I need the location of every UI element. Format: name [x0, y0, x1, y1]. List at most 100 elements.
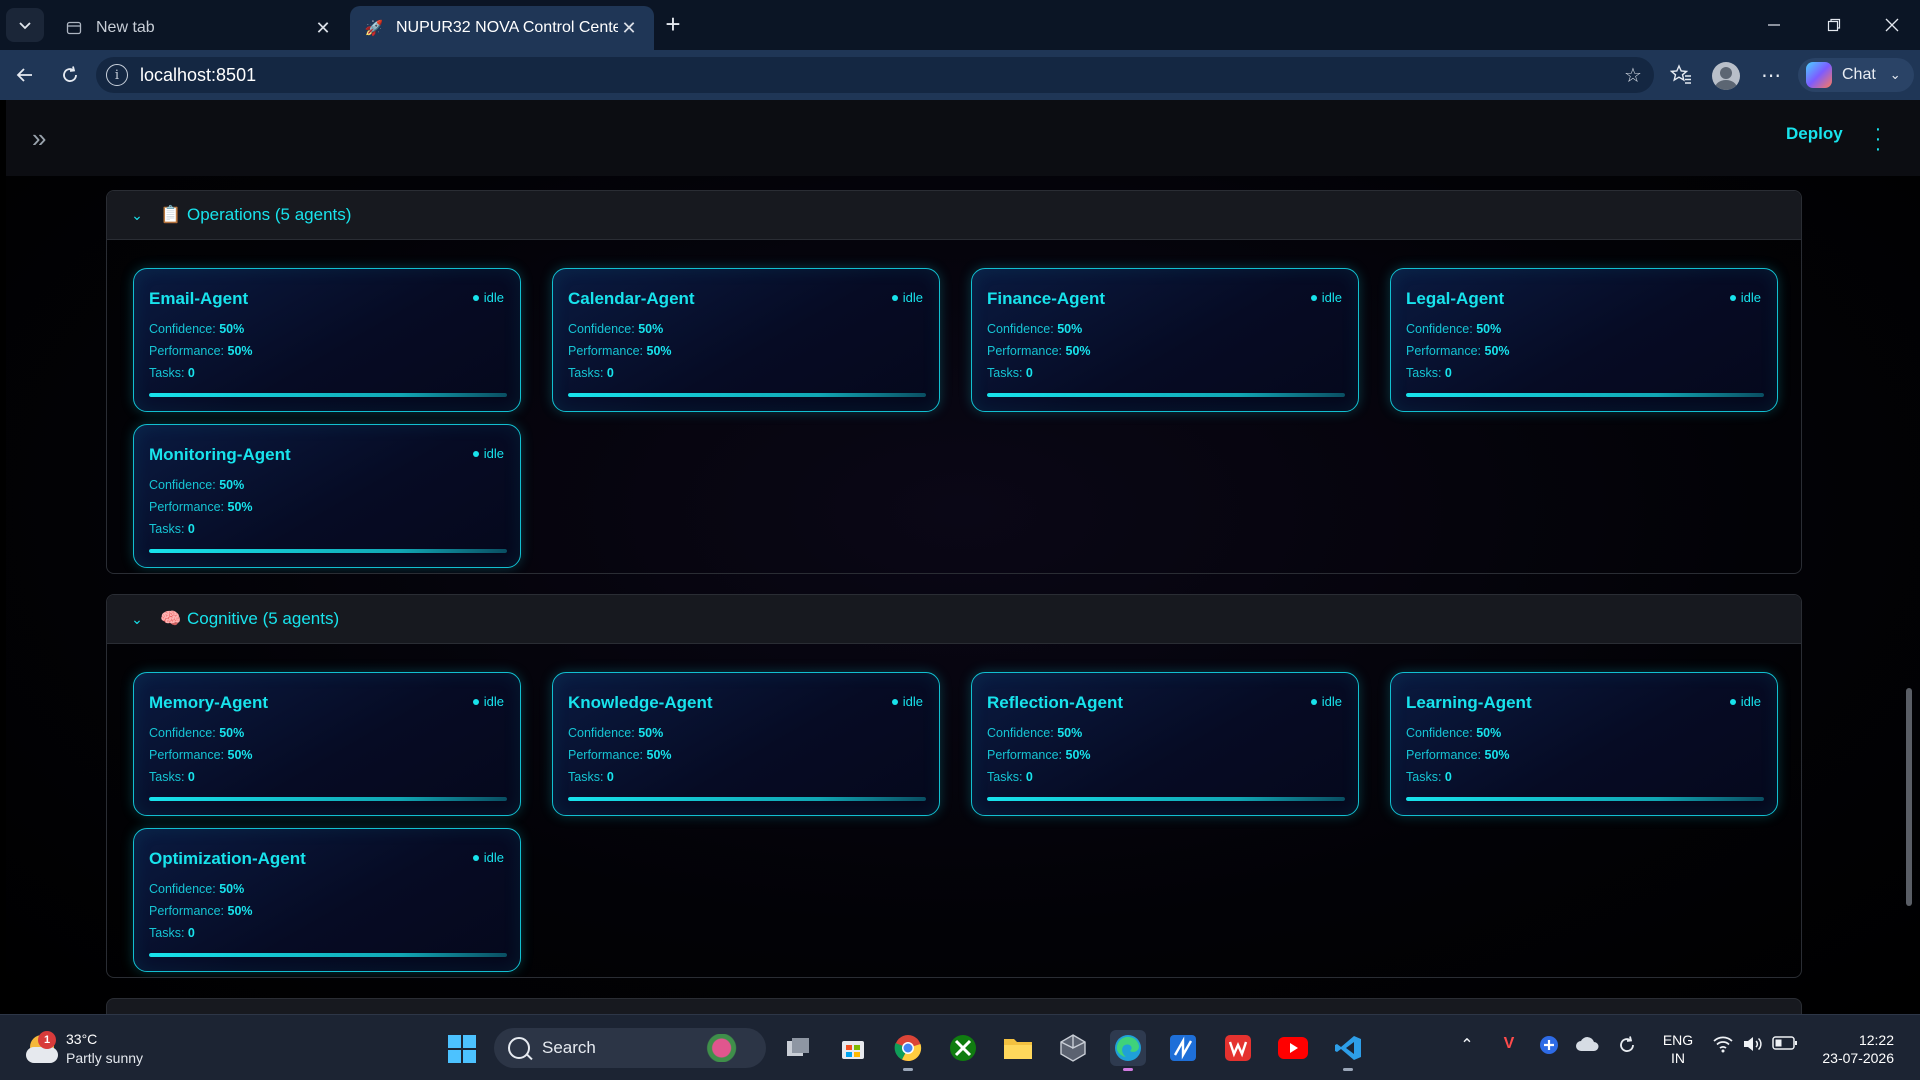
reload-icon[interactable] — [57, 62, 83, 88]
address-bar[interactable]: i localhost:8501 ☆ — [96, 57, 1654, 93]
vscode-icon[interactable] — [1330, 1030, 1366, 1071]
deploy-button[interactable]: Deploy — [1786, 124, 1843, 144]
battery-icon[interactable] — [1772, 1035, 1798, 1056]
favorite-star-icon[interactable]: ☆ — [1618, 63, 1648, 88]
tab-actions-menu-button[interactable] — [6, 8, 44, 42]
taskbar-search-box[interactable]: Search — [494, 1028, 766, 1068]
microsoft-store-icon[interactable] — [835, 1030, 871, 1066]
windows-start-icon[interactable] — [448, 1035, 476, 1063]
agent-status: idle — [472, 290, 504, 305]
status-text: idle — [483, 850, 504, 865]
agent-progress-bar — [149, 549, 507, 553]
confidence-metric: Confidence: 50% — [149, 478, 244, 492]
main-menu-icon[interactable]: · · · — [1872, 119, 1884, 159]
weather-description[interactable]: Partly sunny — [66, 1050, 143, 1066]
agent-status: idle — [1310, 290, 1342, 305]
confidence-label: Confidence: — [568, 322, 639, 336]
sync-icon[interactable] — [1614, 1035, 1640, 1060]
tasks-value: 0 — [187, 522, 195, 536]
onedrive-icon[interactable] — [1574, 1035, 1600, 1058]
confidence-metric: Confidence: 50% — [149, 726, 244, 740]
tasks-metric: Tasks: 0 — [1406, 366, 1452, 380]
confidence-value: 50% — [1057, 322, 1083, 336]
antivirus-tray-icon[interactable]: V — [1496, 1035, 1522, 1053]
expander-header[interactable]: ⌄ 📋 Operations (5 agents) — [107, 191, 1801, 239]
agent-progress-bar — [568, 393, 926, 397]
address-url[interactable]: localhost:8501 — [140, 65, 1618, 86]
site-info-icon[interactable]: i — [106, 64, 128, 86]
new-tab-plus-icon[interactable]: + — [660, 11, 686, 38]
next-expander-header[interactable] — [106, 998, 1802, 1014]
status-text: idle — [1740, 290, 1761, 305]
app-cube-icon[interactable] — [1055, 1030, 1091, 1066]
profile-avatar[interactable] — [1712, 62, 1740, 90]
confidence-label: Confidence: — [149, 478, 220, 492]
tasks-label: Tasks: — [149, 926, 188, 940]
agent-progress-bar — [1406, 393, 1764, 397]
agent-card: Legal-Agent idle Confidence: 50% Performanc… — [1390, 268, 1778, 412]
performance-label: Performance: — [149, 904, 228, 918]
close-icon[interactable]: ✕ — [618, 17, 640, 39]
xbox-icon[interactable] — [945, 1030, 981, 1066]
system-clock[interactable]: 12:22 23-07-2026 — [1812, 1031, 1894, 1067]
page-scrollbar[interactable] — [1906, 688, 1912, 906]
tasks-value: 0 — [606, 770, 614, 784]
agent-progress-bar — [149, 953, 507, 957]
status-dot-icon — [472, 698, 479, 705]
performance-value: 50% — [1065, 748, 1091, 762]
performance-value: 50% — [227, 904, 253, 918]
confidence-value: 50% — [1057, 726, 1083, 740]
confidence-metric: Confidence: 50% — [1406, 322, 1501, 336]
performance-value: 50% — [227, 344, 253, 358]
copilot-chat-button[interactable]: Chat ⌄ — [1798, 58, 1914, 92]
agent-progress-fill — [1406, 797, 1764, 801]
show-hidden-icons-icon[interactable]: ⌃ — [1454, 1035, 1480, 1055]
file-explorer-icon[interactable] — [1000, 1030, 1036, 1066]
minimize-icon[interactable] — [1754, 10, 1794, 40]
agent-status: idle — [472, 694, 504, 709]
volume-icon[interactable] — [1740, 1035, 1766, 1058]
tab-nova-control-center[interactable]: 🚀 NUPUR32 NOVA Control Center ✕ — [350, 6, 654, 50]
status-text: idle — [1740, 694, 1761, 709]
agent-status: idle — [891, 694, 923, 709]
agent-progress-bar — [987, 797, 1345, 801]
confidence-metric: Confidence: 50% — [149, 322, 244, 336]
wifi-icon[interactable] — [1710, 1035, 1736, 1058]
weather-temperature[interactable]: 33°C — [66, 1031, 97, 1047]
edge-icon[interactable] — [1110, 1030, 1146, 1071]
agent-name: Reflection-Agent — [987, 693, 1123, 712]
expand-sidebar-icon[interactable]: » — [32, 124, 62, 154]
tasks-value: 0 — [1025, 770, 1033, 784]
expander-header[interactable]: ⌄ 🧠 Cognitive (5 agents) — [107, 595, 1801, 643]
close-icon[interactable]: ✕ — [312, 17, 334, 39]
confidence-metric: Confidence: 50% — [1406, 726, 1501, 740]
confidence-value: 50% — [219, 882, 245, 896]
app-tray-icon[interactable] — [1536, 1035, 1562, 1060]
weather-widget-icon[interactable]: 1 — [26, 1031, 66, 1067]
agent-card: Email-Agent idle Confidence: 50% Performanc… — [133, 268, 521, 412]
window-close-icon[interactable] — [1872, 10, 1912, 40]
status-text: idle — [483, 290, 504, 305]
tasks-label: Tasks: — [1406, 770, 1445, 784]
input-language-indicator[interactable]: ENG IN — [1660, 1031, 1696, 1067]
confidence-value: 50% — [219, 322, 245, 336]
tasks-label: Tasks: — [149, 366, 188, 380]
tasks-label: Tasks: — [149, 522, 188, 536]
copilot-logo-icon — [1806, 62, 1832, 88]
youtube-icon[interactable] — [1275, 1030, 1311, 1066]
restore-icon[interactable] — [1814, 10, 1854, 40]
task-view-icon[interactable] — [780, 1030, 816, 1066]
tasks-metric: Tasks: 0 — [149, 366, 195, 380]
tasks-label: Tasks: — [568, 366, 607, 380]
status-text: idle — [902, 694, 923, 709]
clipboard-icon: 📋 — [160, 205, 182, 224]
favorites-icon[interactable] — [1668, 62, 1694, 88]
chevron-down-icon: ⌄ — [131, 206, 143, 223]
tab-new-tab[interactable]: New tab ✕ — [50, 6, 348, 50]
expander-title: Cognitive (5 agents) — [187, 609, 340, 628]
wps-office-icon[interactable] — [1220, 1030, 1256, 1066]
more-options-icon[interactable]: ⋯ — [1758, 62, 1784, 88]
chrome-icon[interactable] — [890, 1030, 926, 1071]
visual-studio-app-icon[interactable] — [1165, 1030, 1201, 1066]
back-arrow-icon[interactable] — [12, 62, 38, 88]
